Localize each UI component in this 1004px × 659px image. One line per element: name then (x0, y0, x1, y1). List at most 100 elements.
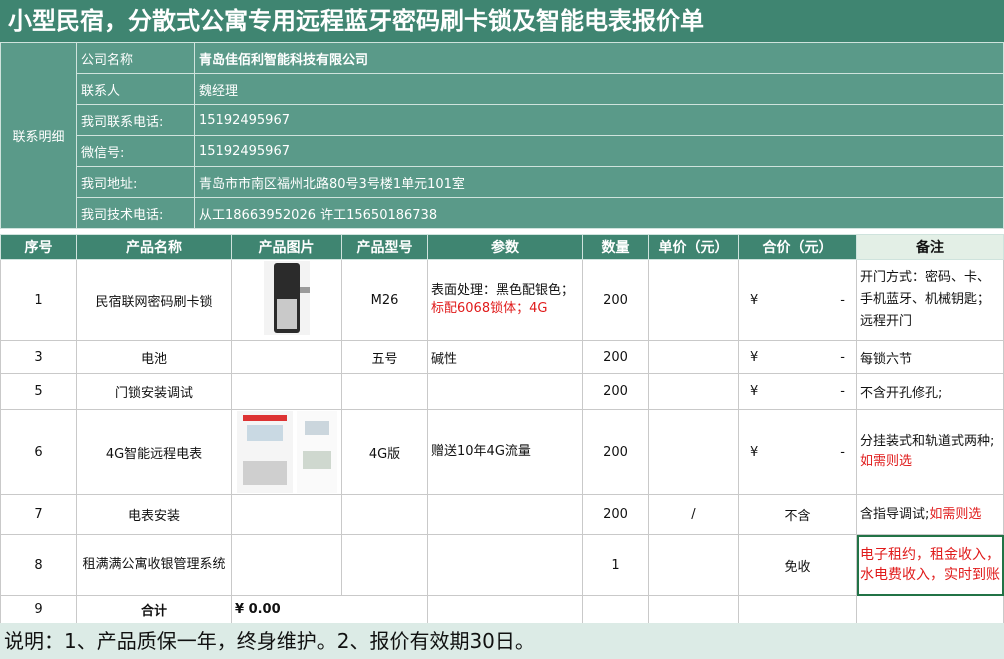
cell-unit-price[interactable]: / (648, 494, 739, 535)
header-row: 序号 产品名称 产品图片 产品型号 参数 数量 单价（元） 合价（元） 备注 (0, 234, 1004, 260)
cell-note[interactable]: 每锁六节 (856, 340, 1004, 374)
table-row: 8 租满满公寓收银管理系统 1 免收 电子租约，租金收入，水电费收入，实时到账 (0, 534, 1004, 596)
cell-params[interactable] (427, 534, 583, 596)
cell-seq[interactable]: 8 (0, 534, 77, 596)
cell-image[interactable] (231, 373, 342, 410)
cell-image[interactable] (231, 534, 342, 596)
header-note[interactable]: 备注 (856, 234, 1004, 260)
cell-unit-price[interactable] (648, 534, 739, 596)
cell-image[interactable] (231, 409, 342, 495)
cell-qty[interactable]: 200 (582, 340, 649, 374)
cell-note[interactable]: 含指导调试;如需则选 (856, 494, 1004, 535)
cell-seq[interactable]: 6 (0, 409, 77, 495)
cell-note[interactable] (856, 595, 1004, 624)
cell-qty[interactable]: 200 (582, 259, 649, 341)
cell-params[interactable] (427, 373, 583, 410)
contact-label-phone[interactable]: 我司联系电话: (76, 104, 195, 136)
cell-params[interactable] (427, 494, 583, 535)
contact-value-wechat[interactable]: 15192495967 (194, 135, 1004, 167)
table-row: 5 门锁安装调试 200 ¥ - 不含开孔修孔; (0, 373, 1004, 410)
cell-seq[interactable]: 1 (0, 259, 77, 341)
contact-label-wechat[interactable]: 微信号: (76, 135, 195, 167)
contact-label-company[interactable]: 公司名称 (76, 42, 195, 74)
header-total[interactable]: 合价（元） (738, 234, 857, 260)
dash-value: - (840, 349, 845, 365)
cell-name[interactable]: 门锁安装调试 (76, 373, 232, 410)
cell-unit-price[interactable] (648, 259, 739, 341)
total-label[interactable]: 合计 (76, 595, 232, 624)
cell-unit-price[interactable] (648, 409, 739, 495)
contact-value-tech-phone[interactable]: 从工18663952026 许工15650186738 (194, 197, 1004, 229)
cell-total[interactable] (738, 595, 857, 624)
cell-params[interactable] (427, 595, 583, 624)
total-value[interactable]: ¥ 0.00 (231, 595, 428, 624)
contact-value-person[interactable]: 魏经理 (194, 73, 1004, 105)
note-text-red: 如需则选 (929, 506, 982, 522)
note-text: 分挂装式和轨道式两种; (860, 434, 995, 449)
yen-symbol: ¥ (750, 384, 759, 399)
cell-total[interactable]: ¥ - (738, 340, 857, 374)
cell-name[interactable]: 租满满公寓收银管理系统 (76, 534, 232, 596)
cell-model[interactable] (341, 373, 428, 410)
cell-params[interactable]: 碱性 (427, 340, 583, 374)
cell-qty[interactable]: 200 (582, 494, 649, 535)
cell-qty[interactable]: 200 (582, 373, 649, 410)
header-name[interactable]: 产品名称 (76, 234, 232, 260)
cell-name[interactable]: 电表安装 (76, 494, 232, 535)
cell-total[interactable]: 不含 (738, 494, 857, 535)
total-seq[interactable]: 9 (0, 595, 77, 624)
cell-total[interactable]: ¥ - (738, 373, 857, 410)
cell-note[interactable]: 开门方式：密码、卡、手机蓝牙、机械钥匙； 远程开门 (856, 259, 1004, 341)
contact-label-address[interactable]: 我司地址: (76, 166, 195, 198)
cell-total[interactable]: 免收 (738, 534, 857, 596)
contact-table: 联系明细 公司名称 青岛佳佰利智能科技有限公司 联系人 魏经理 我司联系电话: … (0, 42, 1004, 229)
cell-qty[interactable]: 1 (582, 534, 649, 596)
header-image[interactable]: 产品图片 (231, 234, 342, 260)
cell-name[interactable]: 电池 (76, 340, 232, 374)
contact-group-label[interactable]: 联系明细 (0, 42, 77, 229)
cell-qty[interactable]: 200 (582, 409, 649, 495)
contact-value-company[interactable]: 青岛佳佰利智能科技有限公司 (194, 42, 1004, 74)
cell-seq[interactable]: 3 (0, 340, 77, 374)
sheet-title: 小型民宿，分散式公寓专用远程蓝牙密码刷卡锁及智能电表报价单 (0, 0, 1004, 42)
contact-value-phone[interactable]: 15192495967 (194, 104, 1004, 136)
cell-unit-price[interactable] (648, 340, 739, 374)
cell-image[interactable] (231, 494, 342, 535)
cell-model[interactable] (341, 534, 428, 596)
header-unit-price[interactable]: 单价（元） (648, 234, 739, 260)
cell-note[interactable]: 分挂装式和轨道式两种; 如需则选 (856, 409, 1004, 495)
contact-value-address[interactable]: 青岛市市南区福州北路80号3号楼1单元101室 (194, 166, 1004, 198)
params-text-red: 标配6068锁体；4G (431, 301, 548, 316)
dash-value: - (840, 444, 845, 460)
cell-unit-price[interactable] (648, 373, 739, 410)
contact-label-tech-phone[interactable]: 我司技术电话: (76, 197, 195, 229)
cell-image[interactable] (231, 340, 342, 374)
cell-qty[interactable] (582, 595, 649, 624)
total-row: 9 合计 ¥ 0.00 (0, 595, 1004, 624)
header-params[interactable]: 参数 (427, 234, 583, 260)
cell-model[interactable]: 五号 (341, 340, 428, 374)
cell-total[interactable]: ¥ - (738, 259, 857, 341)
header-model[interactable]: 产品型号 (341, 234, 428, 260)
header-qty[interactable]: 数量 (582, 234, 649, 260)
header-seq[interactable]: 序号 (0, 234, 77, 260)
cell-model[interactable]: 4G版 (341, 409, 428, 495)
cell-name[interactable]: 民宿联网密码刷卡锁 (76, 259, 232, 341)
cell-unit-price[interactable] (648, 595, 739, 624)
cell-params[interactable]: 表面处理：黑色配银色； 标配6068锁体；4G (427, 259, 583, 341)
contact-label-person[interactable]: 联系人 (76, 73, 195, 105)
cell-note[interactable]: 不含开孔修孔; (856, 373, 1004, 410)
cell-image[interactable] (231, 259, 342, 341)
cell-note-selected[interactable]: 电子租约，租金收入，水电费收入，实时到账 (856, 534, 1004, 596)
table-row: 3 电池 五号 碱性 200 ¥ - 每锁六节 (0, 340, 1004, 374)
yen-symbol: ¥ (750, 292, 759, 308)
footer-note[interactable]: 说明：1、产品质保一年，终身维护。2、报价有效期30日。 (0, 623, 1004, 659)
cell-model[interactable]: M26 (341, 259, 428, 341)
cell-model[interactable] (341, 494, 428, 535)
cell-seq[interactable]: 7 (0, 494, 77, 535)
cell-seq[interactable]: 5 (0, 373, 77, 410)
smart-lock-image (263, 261, 310, 335)
cell-name[interactable]: 4G智能远程电表 (76, 409, 232, 495)
cell-params[interactable]: 赠送10年4G流量 (427, 409, 583, 495)
cell-total[interactable]: ¥ - (738, 409, 857, 495)
